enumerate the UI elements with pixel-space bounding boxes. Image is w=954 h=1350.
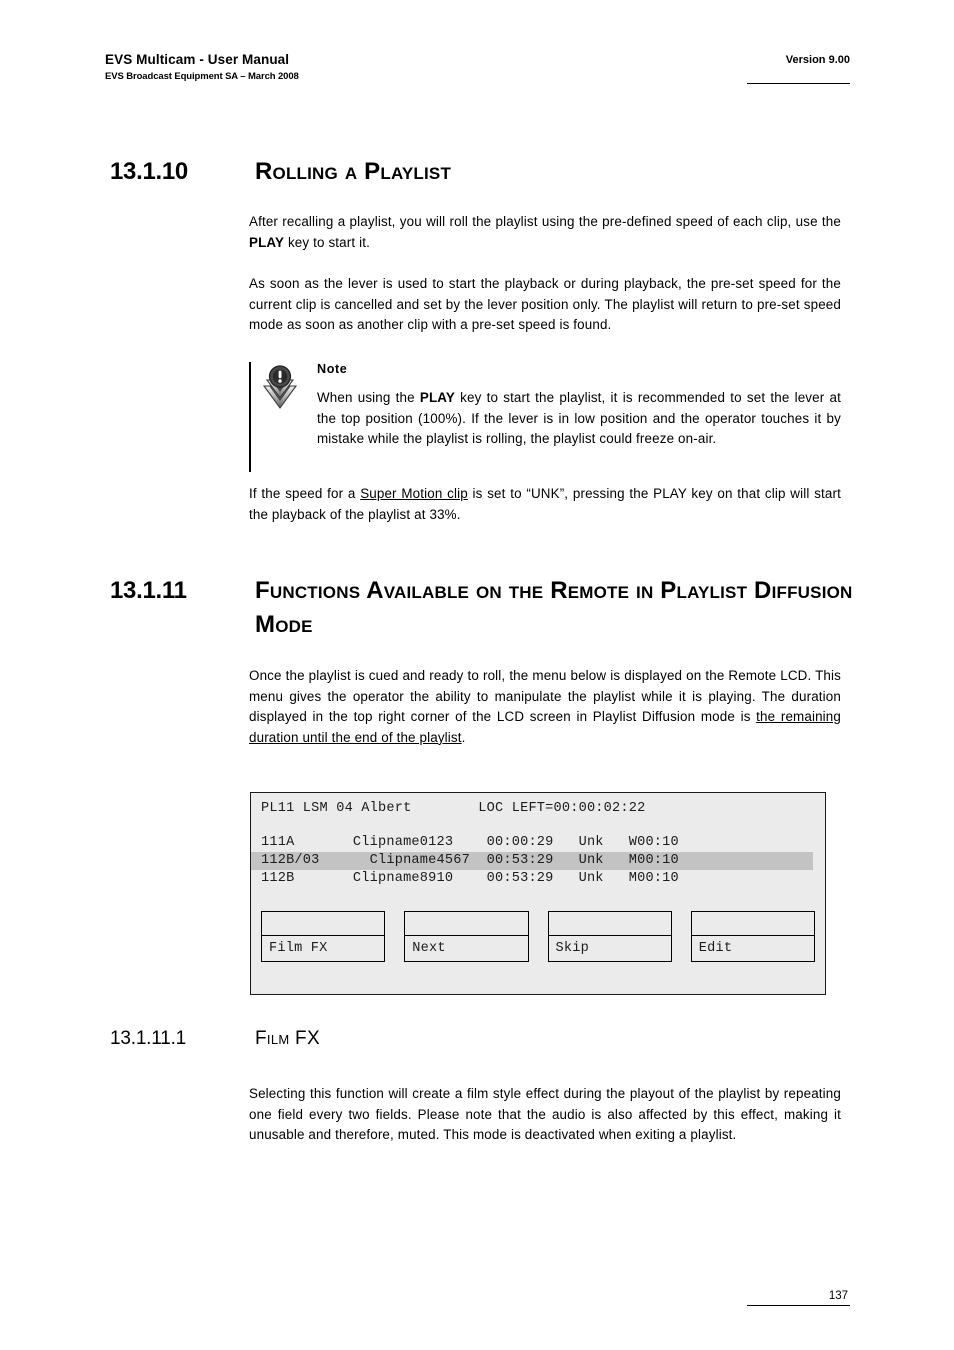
paragraph-lever-behaviour: As soon as the lever is used to start th…: [249, 276, 841, 333]
remote-lcd-screen: PL11 LSM 04 Albert LOC LEFT=00:00:02:22 …: [250, 792, 826, 995]
note-left-bar: [249, 362, 251, 472]
para-text-lead: After recalling a playlist, you will rol…: [249, 214, 841, 229]
note-title: Note: [317, 362, 348, 376]
heading-number: 13.1.11.1: [110, 1028, 187, 1049]
heading-text: Film FX: [255, 1028, 320, 1049]
lcd-row-selected[interactable]: 112B/03 Clipname4567 00:53:29 Unk M00:10: [251, 852, 813, 870]
note-text-lead: When using the: [317, 390, 420, 405]
heading-film-fx: 13.1.11.1 Film FX: [110, 1028, 870, 1050]
lcd-softkey-top-cell: [405, 912, 528, 936]
lcd-softkey-top-cell: [548, 912, 671, 936]
footer-rule: [747, 1305, 850, 1306]
para-text-lead: If the speed for a: [249, 486, 361, 501]
note-body: When using the PLAY key to start the pla…: [317, 388, 841, 450]
paragraph-super-motion: If the speed for a Super Motion clip is …: [249, 484, 841, 525]
para-text-lead: Once the playlist is cued and ready to r…: [249, 668, 841, 725]
manual-version: Version 9.00: [785, 54, 850, 66]
header-rule: [747, 83, 850, 84]
lcd-softkey-row: Film FX Next Skip Edit: [261, 911, 815, 962]
lcd-softkey-label: Edit: [698, 941, 733, 956]
lcd-softkey-edit[interactable]: Edit: [690, 911, 815, 962]
lcd-softkey-label: Film FX: [269, 941, 328, 956]
page-header: EVS Multicam - User Manual EVS Broadcast…: [105, 52, 850, 98]
para-text-tail: key to start it.: [284, 234, 370, 250]
lcd-softkey-next[interactable]: Next: [404, 911, 529, 962]
manual-title: EVS Multicam - User Manual: [105, 52, 290, 67]
heading-rolling-a-playlist: 13.1.10 Rolling a Playlist: [110, 155, 870, 189]
heading-text: Rolling a Playlist: [255, 158, 452, 185]
note-play-key-bold: PLAY: [419, 390, 455, 405]
heading-text: Functions Available on the Remote in Pla…: [255, 577, 853, 639]
lcd-softkey-film-fx[interactable]: Film FX: [261, 911, 386, 962]
heading-number: 13.1.11: [110, 577, 187, 604]
lcd-softkey-skip[interactable]: Skip: [547, 911, 672, 962]
lcd-playlist-rows: 111A Clipname0123 00:00:29 Unk W00:10 11…: [251, 834, 825, 888]
page-number: 137: [828, 1290, 848, 1302]
play-key-bold: PLAY: [249, 234, 285, 250]
heading-number: 13.1.10: [110, 158, 188, 185]
paragraph-remote-lcd-intro: Once the playlist is cued and ready to r…: [249, 666, 841, 748]
paragraph-recall-playlist: After recalling a playlist, you will rol…: [249, 212, 841, 253]
lcd-title-line: PL11 LSM 04 Albert LOC LEFT=00:00:02:22: [261, 801, 646, 816]
super-motion-clip-link[interactable]: Super Motion clip: [360, 486, 468, 501]
lcd-softkey-top-cell: [262, 912, 385, 936]
lcd-softkey-label: Next: [412, 941, 446, 956]
paragraph-film-fx-description: Selecting this function will create a fi…: [249, 1086, 841, 1143]
heading-functions-available: 13.1.11 Functions Available on the Remot…: [110, 574, 870, 642]
note-exclamation-icon: [259, 364, 301, 412]
lcd-softkey-top-cell: [691, 912, 814, 936]
lcd-softkey-label: Skip: [555, 941, 589, 956]
page-footer: 137: [740, 1290, 850, 1306]
lcd-row[interactable]: 111A Clipname0123 00:00:29 Unk W00:10: [251, 834, 825, 852]
para-text-tail: .: [461, 729, 466, 745]
lcd-row[interactable]: 112B Clipname8910 00:53:29 Unk M00:10: [251, 870, 825, 888]
document-page: EVS Multicam - User Manual EVS Broadcast…: [0, 0, 954, 1350]
manual-publisher: EVS Broadcast Equipment SA – March 2008: [105, 71, 299, 82]
